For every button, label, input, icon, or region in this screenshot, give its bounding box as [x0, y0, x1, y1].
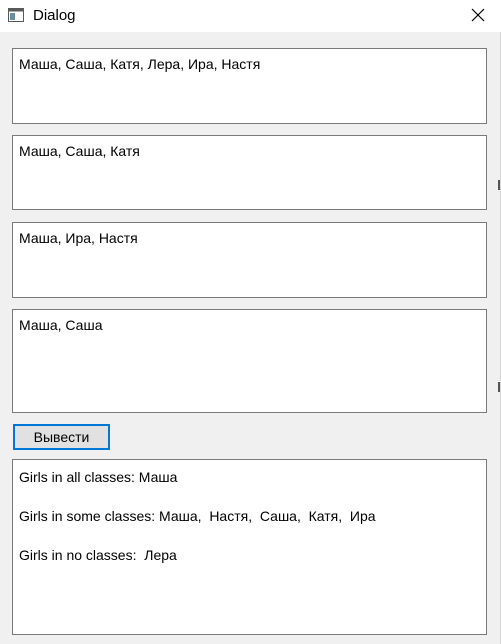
dialog-window-icon [8, 8, 24, 22]
result-some-classes: Girls in some classes: Маша, Настя, Саша… [19, 508, 376, 524]
all-girls-input[interactable]: Маша, Саша, Катя, Лера, Ира, Настя [12, 48, 487, 124]
submit-button[interactable]: Вывести [13, 424, 110, 450]
result-output[interactable]: Girls in all classes: Маша Girls in some… [12, 459, 487, 635]
close-button[interactable] [455, 0, 501, 32]
class-3-input[interactable]: Маша, Саша [12, 309, 487, 413]
result-all-classes: Girls in all classes: Маша [19, 469, 178, 485]
class-2-input[interactable]: Маша, Ира, Настя [12, 222, 487, 298]
window-edge-mark [498, 180, 500, 190]
dialog-window: Dialog Маша, Саша, Катя, Лера, Ира, Наст… [0, 0, 501, 644]
close-icon [471, 8, 485, 25]
class-1-input[interactable]: Маша, Саша, Катя [12, 135, 487, 210]
window-title: Dialog [33, 7, 76, 24]
window-edge-mark [498, 382, 500, 392]
result-no-classes: Girls in no classes: Лера [19, 547, 177, 563]
title-bar[interactable]: Dialog [0, 0, 501, 32]
